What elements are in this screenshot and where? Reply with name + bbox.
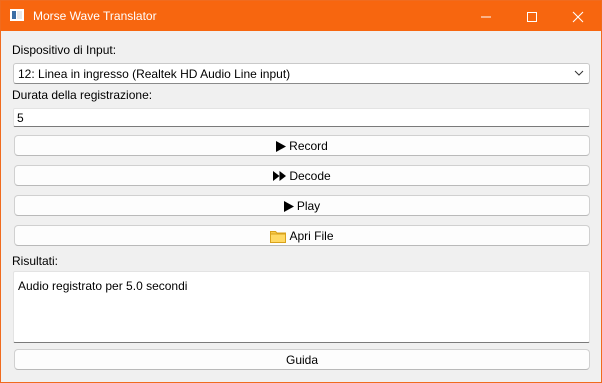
folder-icon	[270, 230, 287, 243]
open-file-button-label: Apri File	[289, 229, 334, 243]
maximize-icon	[527, 12, 537, 22]
results-textarea[interactable]: Audio registrato per 5.0 secondi	[13, 271, 590, 343]
fast-forward-icon	[273, 171, 287, 181]
guide-button[interactable]: Guida	[14, 349, 590, 370]
record-button[interactable]: Record	[14, 135, 590, 156]
close-button[interactable]	[555, 1, 601, 31]
app-window: Morse Wave Translator Dispositivo di Inp…	[0, 0, 602, 383]
results-text: Audio registrato per 5.0 secondi	[18, 279, 188, 293]
play-icon	[283, 200, 294, 212]
record-button-label: Record	[289, 139, 328, 153]
play-button[interactable]: Play	[14, 195, 590, 216]
window-title: Morse Wave Translator	[33, 9, 157, 23]
minimize-button[interactable]	[463, 1, 509, 31]
input-device-selected: 12: Linea in ingresso (Realtek HD Audio …	[18, 67, 291, 81]
results-label: Risultati:	[12, 254, 59, 268]
open-file-button[interactable]: Apri File	[14, 225, 590, 246]
input-device-label: Dispositivo di Input:	[12, 43, 117, 57]
input-device-select[interactable]: 12: Linea in ingresso (Realtek HD Audio …	[13, 63, 590, 84]
minimize-icon	[481, 16, 491, 18]
app-icon	[10, 9, 24, 21]
chevron-down-icon	[574, 70, 584, 76]
duration-label: Durata della registrazione:	[12, 88, 153, 102]
maximize-button[interactable]	[509, 1, 555, 31]
decode-button[interactable]: Decode	[14, 165, 590, 186]
play-icon	[276, 140, 287, 152]
title-bar[interactable]: Morse Wave Translator	[1, 1, 601, 31]
guide-button-label: Guida	[285, 353, 319, 367]
decode-button-label: Decode	[289, 169, 331, 183]
duration-value: 5	[17, 111, 24, 125]
close-icon	[572, 11, 584, 23]
play-button-label: Play	[296, 199, 321, 213]
duration-input[interactable]: 5	[13, 108, 590, 127]
